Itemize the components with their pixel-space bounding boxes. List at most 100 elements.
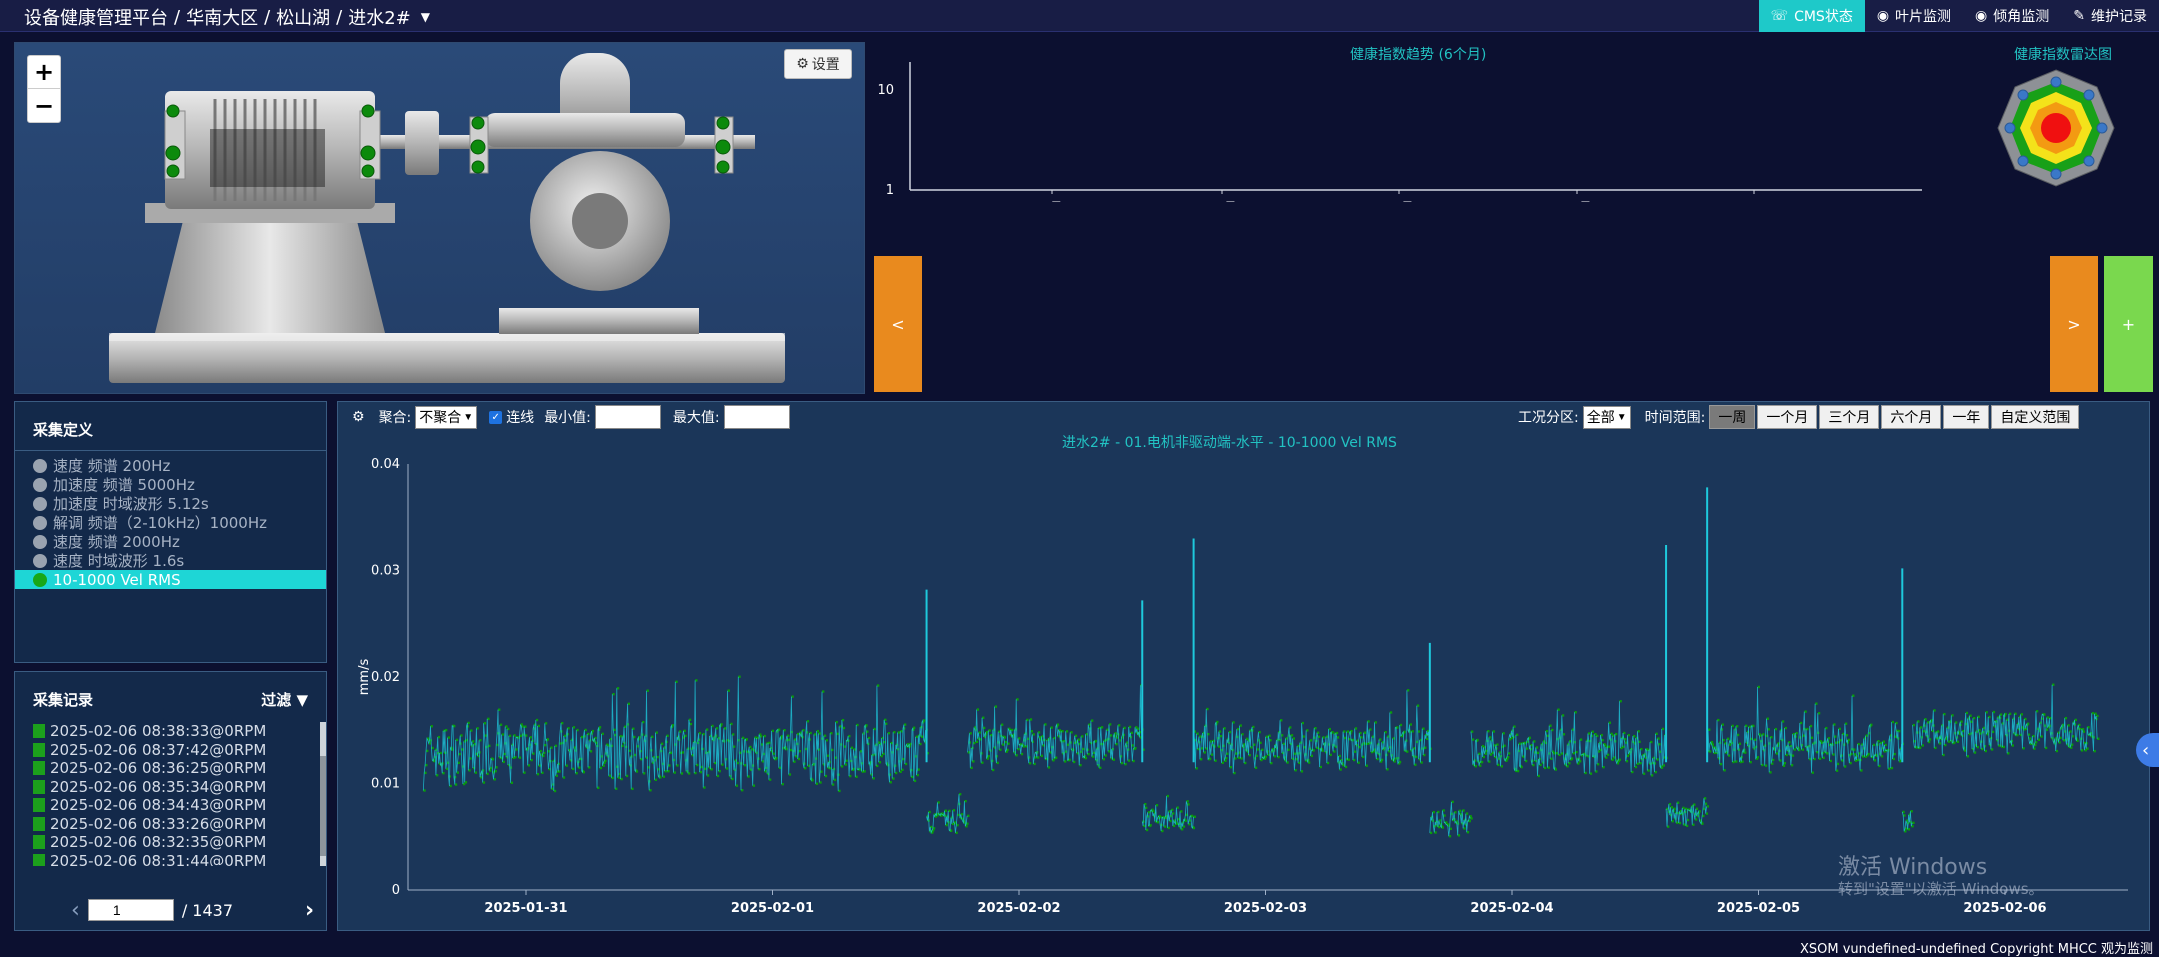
range-button[interactable]: 一年 — [1943, 405, 1990, 429]
trend-next-button[interactable]: > — [2050, 256, 2098, 392]
definition-item[interactable]: 速度 时域波形 1.6s — [15, 551, 326, 570]
definition-item[interactable]: 加速度 时域波形 5.12s — [15, 494, 326, 513]
status-marker — [33, 742, 45, 757]
collection-record-panel: 采集记录 过滤 ▼ 2025-02-06 08:38:33@0RPM 2025-0… — [14, 671, 327, 931]
radar-point — [2017, 89, 2029, 101]
x-tick-label: 2025-02-01 — [731, 901, 814, 916]
nav-label: 叶片监测 — [1895, 9, 1952, 25]
zone-select[interactable]: 全部 ▼ — [1582, 405, 1631, 429]
range-button[interactable]: 自定义范围 — [1991, 405, 2080, 429]
page-next-button[interactable]: › — [305, 898, 314, 923]
record-item[interactable]: 2025-02-06 08:32:35@0RPM — [15, 833, 328, 852]
range-button[interactable]: 六个月 — [1881, 405, 1942, 429]
breadcrumb-platform[interactable]: 设备健康管理平台 — [24, 4, 168, 30]
min-value-input[interactable] — [594, 405, 661, 429]
watermark-subtitle: 转到"设置"以激活 Windows。 — [1838, 880, 2044, 898]
top-bar: 设备健康管理平台 / 华南大区 / 松山湖 / 进水2# ▼ ☏ CMS状态 ◉ 叶片… — [0, 0, 2159, 32]
record-scrollbar[interactable] — [320, 722, 326, 866]
gear-icon[interactable]: ⚙ — [352, 409, 365, 425]
time-range-label: 时间范围: — [1644, 410, 1706, 426]
definition-label: 加速度 时域波形 5.12s — [53, 495, 209, 513]
definition-item[interactable]: 加速度 频谱 5000Hz — [15, 475, 326, 494]
nav-label: CMS状态 — [1794, 9, 1853, 25]
max-value-input[interactable] — [723, 405, 790, 429]
record-label: 2025-02-06 08:31:44@0RPM — [50, 851, 267, 866]
chevron-down-icon: ▼ — [1616, 411, 1627, 423]
definition-label: 加速度 频谱 5000Hz — [53, 476, 195, 494]
nav-stethoscope-button[interactable]: ☏ CMS状态 — [1758, 0, 1865, 32]
collection-definition-panel: 采集定义 速度 频谱 200Hz 加速度 频谱 5000Hz 加速度 时域波形 5.… — [14, 401, 327, 663]
record-scrollbar-thumb[interactable] — [320, 756, 326, 856]
filter-label: 过滤 — [261, 691, 292, 709]
machine-diagram-panel[interactable]: + − ⚙ 设置 — [14, 42, 865, 394]
radar-point — [2083, 155, 2095, 167]
y-tick-label: 0 — [392, 883, 400, 898]
record-panel-header: 采集记录 过滤 ▼ — [15, 672, 326, 720]
data-point — [1470, 817, 1473, 820]
health-trend-chart[interactable]: 10 1 9月 10月 11月 12月 2025 2月 — [872, 62, 1922, 202]
eye-icon: ◉ — [1975, 8, 1988, 24]
status-dot — [33, 534, 47, 549]
radar-point — [2017, 155, 2029, 167]
range-button[interactable]: 三个月 — [1819, 405, 1880, 429]
nav-wrench-button[interactable]: ✎ 维护记录 — [2061, 0, 2159, 32]
status-dot — [33, 496, 47, 511]
record-item[interactable]: 2025-02-06 08:33:26@0RPM — [15, 815, 328, 834]
page-prev-button[interactable]: ‹ — [71, 898, 80, 923]
record-item[interactable]: 2025-02-06 08:31:44@0RPM — [15, 851, 328, 866]
zoom-out-button[interactable]: − — [28, 89, 60, 122]
record-item[interactable]: 2025-02-06 08:36:25@0RPM — [15, 759, 328, 778]
definition-label: 10-1000 Vel RMS — [53, 570, 181, 589]
zoom-in-button[interactable]: + — [28, 56, 60, 89]
eye-icon: ◉ — [1876, 8, 1890, 24]
wrench-icon: ✎ — [2073, 8, 2085, 24]
record-label: 2025-02-06 08:34:43@0RPM — [50, 796, 267, 815]
breadcrumb-region[interactable]: 华南大区 — [186, 4, 258, 30]
x-tick-label: 2025-02-03 — [1224, 901, 1307, 916]
caret-down-icon[interactable]: ▼ — [421, 10, 430, 24]
record-label: 2025-02-06 08:38:33@0RPM — [50, 722, 267, 741]
zone-select-value: 全部 — [1586, 409, 1615, 425]
record-item[interactable]: 2025-02-06 08:37:42@0RPM — [15, 741, 328, 760]
nav-eye-button[interactable]: ◉ 倾角监测 — [1963, 0, 2061, 32]
page-number-input[interactable] — [87, 899, 174, 921]
connect-line-checkbox[interactable]: ✓ — [489, 410, 503, 424]
health-radar-chart[interactable] — [1996, 68, 2116, 188]
status-dot — [33, 458, 47, 473]
range-button[interactable]: 一周 — [1709, 405, 1756, 429]
footer: XSOM vundefined-undefined Copyright MHCC… — [0, 934, 2159, 957]
y-tick-label: 0.04 — [371, 457, 400, 472]
aggregate-select[interactable]: 不聚合 ▼ — [415, 405, 478, 429]
status-marker — [33, 816, 45, 831]
record-item[interactable]: 2025-02-06 08:35:34@0RPM — [15, 778, 328, 797]
trend-y-tick: 1 — [886, 183, 894, 198]
settings-button[interactable]: ⚙ 设置 — [784, 49, 852, 79]
definition-item[interactable]: 解调 频谱（2-10kHz）1000Hz — [15, 513, 326, 532]
trend-x-tick: 10月 — [1207, 201, 1237, 202]
time-range-buttons: 一周 一个月 三个月 六个月 一年 自定义范围 — [1709, 405, 2080, 429]
radar-chart-title: 健康指数雷达图 — [2014, 47, 2112, 63]
trend-add-button[interactable]: + — [2104, 256, 2153, 392]
record-item[interactable]: 2025-02-06 08:38:33@0RPM — [15, 722, 328, 741]
breadcrumb-device[interactable]: 进水2# — [348, 4, 411, 30]
aggregate-select-value: 不聚合 — [419, 409, 462, 425]
definition-item[interactable]: 速度 频谱 2000Hz — [15, 532, 326, 551]
radar-point — [2083, 89, 2095, 101]
status-marker — [33, 853, 45, 866]
definition-label: 速度 时域波形 1.6s — [53, 552, 185, 570]
trend-prev-button[interactable]: < — [874, 256, 922, 392]
chevron-down-icon: ▼ — [463, 411, 474, 423]
breadcrumb-site[interactable]: 松山湖 — [276, 4, 330, 30]
trend-y-tick: 10 — [877, 83, 894, 98]
definition-label: 速度 频谱 2000Hz — [53, 533, 180, 551]
data-point — [1706, 805, 1709, 808]
range-button[interactable]: 一个月 — [1757, 405, 1818, 429]
definition-item[interactable]: 速度 频谱 200Hz — [15, 456, 326, 475]
record-item[interactable]: 2025-02-06 08:34:43@0RPM — [15, 796, 328, 815]
nav-eye-button[interactable]: ◉ 叶片监测 — [1865, 0, 1963, 32]
definition-label: 解调 频谱（2-10kHz）1000Hz — [53, 514, 267, 532]
x-tick-label: 2025-02-04 — [1470, 901, 1553, 916]
health-trend-panel: 健康指数趋势 (6个月) 10 1 9月 10月 11月 12月 2025 2月 健康指数雷达… — [872, 36, 2159, 396]
filter-button[interactable]: 过滤 ▼ — [261, 689, 308, 709]
definition-item[interactable]: 10-1000 Vel RMS — [15, 570, 326, 589]
